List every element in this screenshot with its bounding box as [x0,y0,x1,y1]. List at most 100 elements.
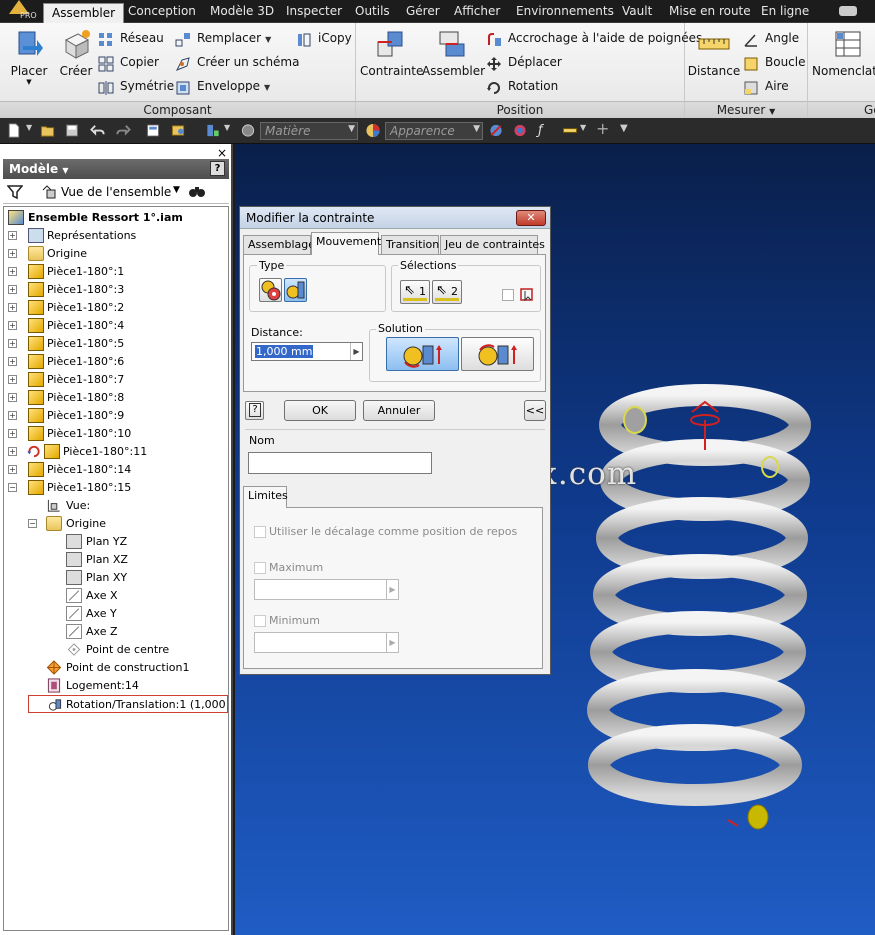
creer-button[interactable]: Créer [56,28,96,78]
browser-header[interactable]: Modèle ▼ ? [3,159,229,179]
angle-button[interactable]: Angle [743,31,799,49]
tree-node-axe-y[interactable]: Axe Y [48,605,228,623]
collapse-button[interactable]: << [524,400,546,421]
expand-icon[interactable]: + [8,447,17,456]
chevron-down-icon[interactable]: ▼ [580,123,596,138]
ribbon-toggle-icon[interactable] [839,6,857,16]
deplacer-button[interactable]: Déplacer [486,55,562,73]
offset-rest-checkbox[interactable] [254,526,266,538]
tree-node-point-centre[interactable]: Point de centre [48,641,228,659]
tree-node-origine[interactable]: + Origine [8,245,228,263]
tree-node-part[interactable]: + Pièce1-180°:2 [8,299,228,317]
tree-node-root[interactable]: Ensemble Ressort 1°.iam [6,209,228,227]
function-icon[interactable]: ƒ [538,123,554,138]
undo-icon[interactable] [90,123,106,138]
tree-node-part[interactable]: + Pièce1-180°:9 [8,407,228,425]
rotation-type-button[interactable] [259,278,282,302]
boucle-button[interactable]: Boucle [743,55,806,73]
pick-part-first-icon[interactable] [519,285,535,302]
tree-node-part[interactable]: + Pièce1-180°:5 [8,335,228,353]
tab-afficher[interactable]: Afficher [454,4,500,22]
tab-inspecter[interactable]: Inspecter [286,4,342,22]
tree-node-plan-xz[interactable]: Plan XZ [48,551,228,569]
save-icon[interactable] [64,123,80,138]
solution-forward-button[interactable] [386,337,459,371]
nomenclature-button[interactable]: Nomenclatu [812,28,875,78]
line-weight-icon[interactable] [562,123,578,138]
tab-transition[interactable]: Transition [381,235,439,254]
expand-icon[interactable]: + [8,285,17,294]
tree-node-origine-expanded[interactable]: − Origine [28,515,228,533]
chevron-right-icon[interactable]: ▶ [350,343,362,360]
selection-1-button[interactable]: ⇖ 1 [400,280,430,304]
tab-gerer[interactable]: Gérer [406,4,440,22]
tree-node-part-expanded[interactable]: − Pièce1-180°:15 [8,479,228,497]
tab-environnements[interactable]: Environnements [516,4,614,22]
expand-icon[interactable]: + [8,465,17,474]
expand-icon[interactable]: + [8,321,17,330]
browser-help-icon[interactable]: ? [210,161,225,176]
tab-limites[interactable]: Limites [243,486,288,508]
creer-schema-button[interactable]: Créer un schéma [175,55,299,73]
remplacer-button[interactable]: Remplacer ▼ [175,31,271,49]
placer-button[interactable]: Placer ▼ [8,28,50,86]
spring-end-face-bottom[interactable] [747,804,769,830]
expand-icon[interactable]: + [8,339,17,348]
contrainte-button[interactable]: Contrainte [360,28,423,78]
tab-mouvement[interactable]: Mouvement [311,232,381,255]
tree-node-part[interactable]: + Pièce1-180°:7 [8,371,228,389]
maximum-checkbox[interactable] [254,562,266,574]
rotation-button[interactable]: Rotation [486,79,558,97]
distance-input[interactable]: 1,000 mm ▶ [251,342,363,361]
tree-node-part[interactable]: + Pièce1-180°:6 [8,353,228,371]
tree-node-axe-z[interactable]: Axe Z [48,623,228,641]
adjust-icon[interactable] [512,123,528,138]
expand-icon[interactable]: + [8,231,17,240]
symetrie-button[interactable]: Symétrie [98,79,174,97]
tab-en-ligne[interactable]: En ligne [761,4,809,22]
tree-node-rotation-translation[interactable]: Rotation/Translation:1 (1,000 mm [28,695,228,713]
tree-node-part[interactable]: + Pièce1-180°:14 [8,461,228,479]
expand-icon[interactable]: + [8,267,17,276]
tab-modele-3d[interactable]: Modèle 3D [210,4,274,22]
chevron-down-icon[interactable]: ▼ [173,185,180,195]
rotation-translation-type-button[interactable] [284,278,307,302]
ok-button[interactable]: OK [284,400,356,421]
minimum-input[interactable]: ▶ [254,632,399,653]
tree-node-part[interactable]: + Pièce1-180°:10 [8,425,228,443]
tree-node-part[interactable]: + Pièce1-180°:8 [8,389,228,407]
selection-2-button[interactable]: ⇖ 2 [432,280,462,304]
tree-node-plan-xy[interactable]: Plan XY [48,569,228,587]
minimum-checkbox[interactable] [254,615,266,627]
chevron-down-icon[interactable]: ▼ [224,123,240,138]
tree-node-logement[interactable]: Logement:14 [28,677,228,695]
first-occurrence-checkbox[interactable] [502,289,514,301]
chevron-down-icon[interactable]: ▼ [769,107,775,116]
plus-icon[interactable]: + [596,121,612,138]
expand-icon[interactable]: + [8,429,17,438]
enveloppe-button[interactable]: Enveloppe ▼ [175,79,270,97]
new-icon[interactable] [6,123,22,138]
select-icon[interactable] [205,123,221,138]
tree-node-part-active[interactable]: + Pièce1-180°:11 [8,443,228,461]
close-icon[interactable]: ✕ [516,210,546,226]
view-combo[interactable]: Vue de l'ensemble [61,185,171,199]
tree-node-point-construction[interactable]: Point de construction1 [28,659,228,677]
tab-vault[interactable]: Vault [622,4,652,22]
tree-node-part[interactable]: + Pièce1-180°:4 [8,317,228,335]
tab-jeu-de-contraintes[interactable]: Jeu de contraintes [440,235,545,254]
cancel-button[interactable]: Annuler [363,400,435,421]
distance-button[interactable]: Distance [687,28,741,78]
tree-node-representations[interactable]: + Représentations [8,227,228,245]
open-icon[interactable] [40,123,56,138]
tree-node-part[interactable]: + Pièce1-180°:1 [8,263,228,281]
tree-node-axe-x[interactable]: Axe X [48,587,228,605]
maximum-input[interactable]: ▶ [254,579,399,600]
solution-reverse-button[interactable] [461,337,534,371]
collapse-icon[interactable]: − [8,483,17,492]
clear-appearance-icon[interactable] [488,123,504,138]
browser-close-icon[interactable]: × [217,146,227,160]
aire-button[interactable]: Aire [743,79,789,97]
tree-node-vue[interactable]: Vue: [28,497,228,515]
tab-outils[interactable]: Outils [355,4,390,22]
